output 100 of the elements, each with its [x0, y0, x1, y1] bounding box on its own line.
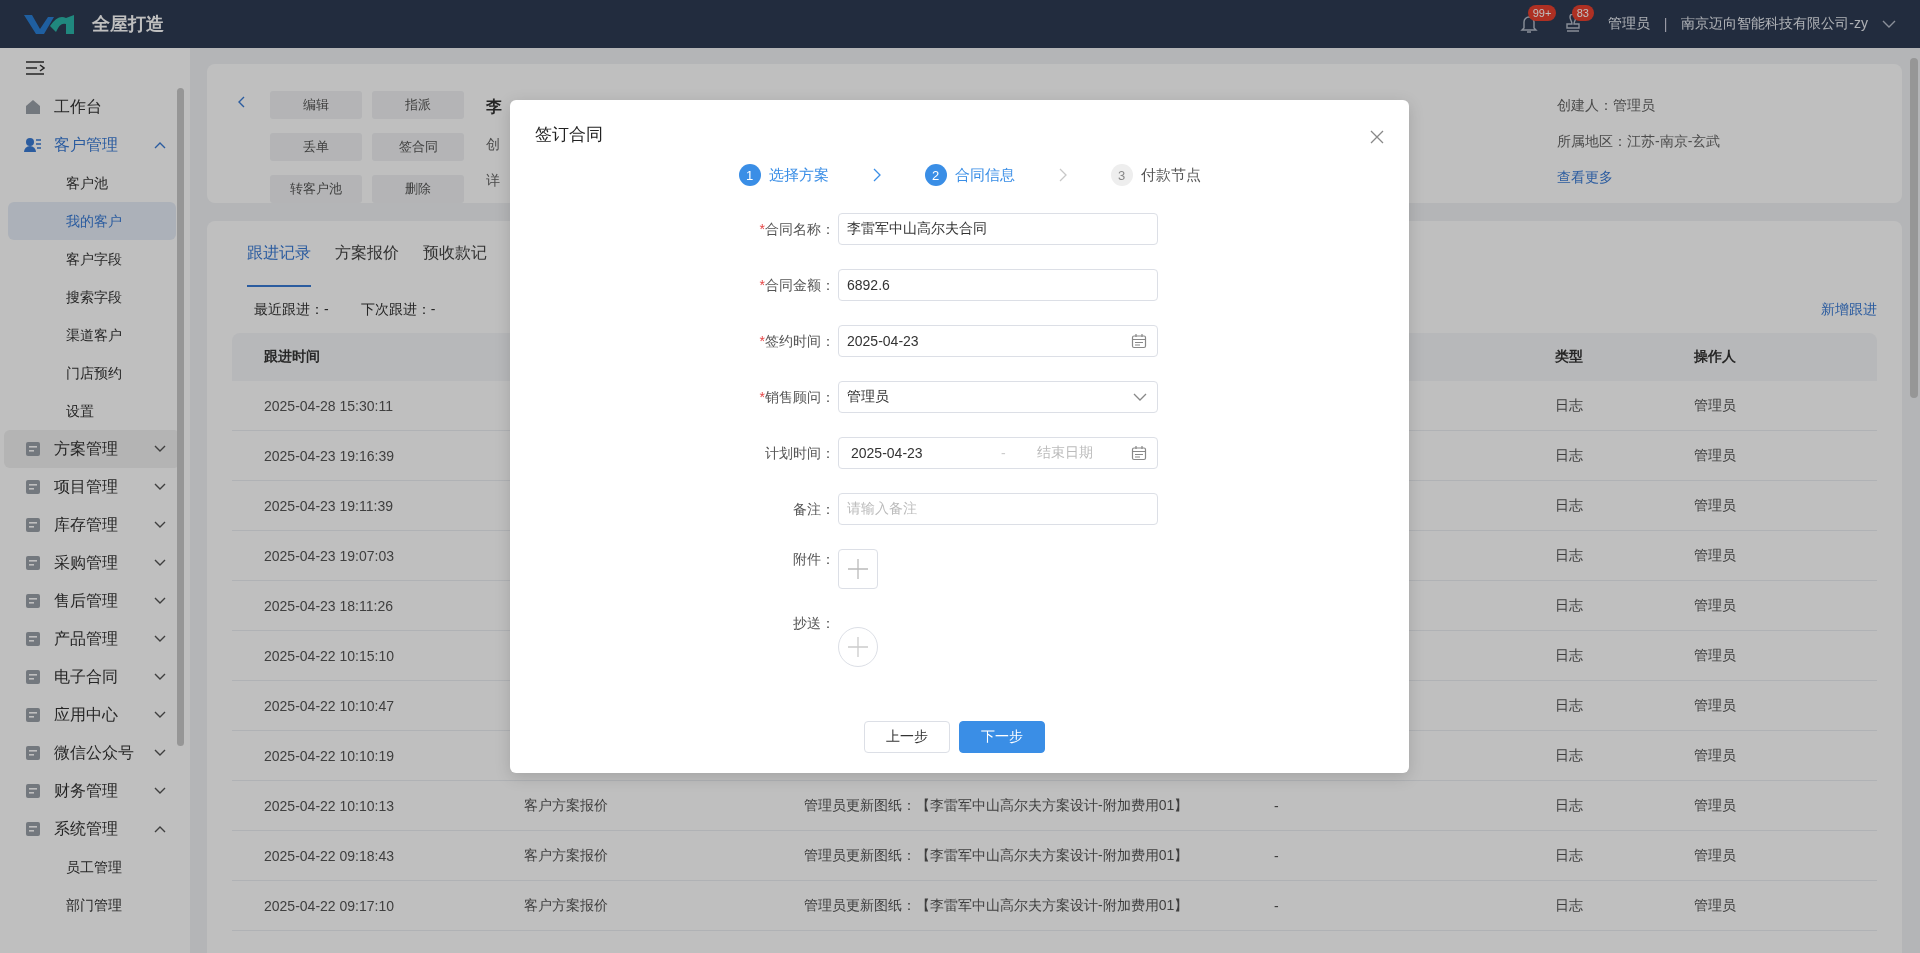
- menu-item-icon: [24, 478, 42, 496]
- step-number: 2: [924, 164, 947, 186]
- scrollbar[interactable]: [1910, 58, 1918, 398]
- table-cell-text: 管理员: [1694, 446, 1737, 465]
- table-cell-text: 2025-04-28 15:30:11: [264, 397, 394, 414]
- tab[interactable]: 跟进记录: [247, 221, 311, 287]
- table-cell-text: 日志: [1555, 896, 1584, 915]
- table-cell-text: 日志: [1555, 846, 1584, 865]
- customer-info-text: 详: [486, 172, 501, 190]
- step-number: 3: [1110, 164, 1133, 186]
- info-text: 创建人：管理员: [1557, 97, 1656, 115]
- menu-icon[interactable]: [25, 60, 45, 76]
- plus-icon: [847, 558, 869, 580]
- table-cell-text: 管理员更新图纸：【李雷军中山高尔夫方案设计-附加费用01】: [804, 796, 1190, 815]
- sidebar-item[interactable]: 售后管理: [4, 582, 180, 620]
- table-cell-text: 管理员更新图纸：【李雷军中山高尔夫方案设计-附加费用01】: [804, 896, 1190, 915]
- table-cell-text: 日志: [1555, 496, 1584, 515]
- chevron-down-icon[interactable]: [1133, 393, 1147, 401]
- sidebar-subitem[interactable]: 设置: [8, 392, 176, 430]
- input-field[interactable]: 李雷军中山高尔夫合同: [838, 213, 1158, 245]
- table-cell-text: 2025-04-22 10:15:10: [264, 647, 395, 664]
- sidebar-item[interactable]: 电子合同: [4, 658, 180, 696]
- tab[interactable]: 方案报价: [335, 221, 399, 287]
- table-cell-text: 2025-04-23 18:11:26: [264, 597, 394, 614]
- sidebar-subitem[interactable]: 客户字段: [8, 240, 176, 278]
- table-cell-text: 日志: [1555, 396, 1584, 415]
- table-cell-text: 管理员: [1694, 796, 1737, 815]
- sidebar-item[interactable]: 采购管理: [4, 544, 180, 582]
- action-button[interactable]: 转客户池: [270, 175, 362, 203]
- action-button[interactable]: 指派: [372, 91, 464, 119]
- notification-badge: 83: [1571, 5, 1594, 21]
- field-label: *合同金额：: [758, 276, 836, 295]
- chevron-down-icon[interactable]: [1882, 20, 1896, 28]
- back-icon[interactable]: [237, 96, 245, 108]
- menu-item-icon: [24, 744, 42, 762]
- sidebar-item[interactable]: 财务管理: [4, 772, 180, 810]
- calendar-icon[interactable]: [1131, 445, 1147, 461]
- scrollbar[interactable]: [177, 88, 184, 746]
- table-cell-text: 2025-04-23 19:07:03: [264, 547, 395, 564]
- sidebar-item[interactable]: 应用中心: [4, 696, 180, 734]
- input-field[interactable]: 6892.6: [838, 269, 1158, 301]
- field-label: 抄送：: [792, 614, 836, 633]
- step-label: 合同信息: [954, 165, 1015, 185]
- action-button[interactable]: 删除: [372, 175, 464, 203]
- table-cell-text: 管理员: [1694, 896, 1737, 915]
- table-cell-text: 客户方案报价: [524, 846, 609, 865]
- step-label: 选择方案: [768, 165, 829, 185]
- field-label: 备注：: [792, 500, 836, 519]
- calendar-icon[interactable]: [1131, 333, 1147, 349]
- sidebar-item[interactable]: 方案管理: [4, 430, 180, 468]
- summary-text: 最近跟进：-: [254, 301, 329, 319]
- sidebar-item[interactable]: 微信公众号: [4, 734, 180, 772]
- menu-item-icon: [24, 820, 42, 838]
- select-field[interactable]: 管理员: [838, 381, 1158, 413]
- step-number: 1: [738, 164, 761, 186]
- company-name[interactable]: 南京迈向智能科技有限公司-zy: [1681, 15, 1868, 33]
- sidebar-subitem[interactable]: 门店预约: [8, 354, 176, 392]
- close-icon[interactable]: [1370, 130, 1384, 144]
- field-label: *销售顾问：: [758, 388, 836, 407]
- sidebar-item[interactable]: 客户管理: [4, 126, 180, 164]
- action-button[interactable]: 丢单: [270, 133, 362, 161]
- table-cell-text: -: [1274, 847, 1280, 864]
- table-cell-text: 管理员更新图纸：【李雷军中山高尔夫方案设计-附加费用01】: [804, 846, 1190, 865]
- table-cell-text: -: [1274, 797, 1280, 814]
- date-field[interactable]: 2025-04-23: [838, 325, 1158, 357]
- table-cell-text: 2025-04-22 09:17:10: [264, 897, 395, 914]
- table-cell-text: 日志: [1555, 446, 1584, 465]
- sidebar-item[interactable]: 系统管理: [4, 810, 180, 848]
- table-cell-text: 管理员: [1694, 496, 1737, 515]
- tab[interactable]: 预收款记: [423, 221, 487, 287]
- field-label: *签约时间：: [758, 332, 836, 351]
- separator: |: [1663, 16, 1668, 32]
- sidebar-subitem[interactable]: 员工管理: [8, 848, 176, 886]
- date-range-field[interactable]: 2025-04-23 - 结束日期: [838, 437, 1158, 469]
- action-button[interactable]: 签合同: [372, 133, 464, 161]
- menu-item-icon: [24, 706, 42, 724]
- dialog-title: 签订合同: [535, 124, 603, 146]
- sidebar-item[interactable]: 项目管理: [4, 468, 180, 506]
- summary-text: 下次跟进：-: [360, 301, 436, 319]
- more-link[interactable]: 查看更多: [1557, 169, 1902, 187]
- sidebar-subitem[interactable]: 搜索字段: [8, 278, 176, 316]
- sidebar-subitem[interactable]: 客户池: [8, 164, 176, 202]
- table-cell-text: 日志: [1555, 746, 1584, 765]
- add-follow-up-link[interactable]: 新增跟进: [1821, 301, 1877, 319]
- table-cell-text: 2025-04-22 10:10:13: [264, 797, 395, 814]
- chevron-right-icon: [872, 168, 881, 182]
- table-cell-text: 2025-04-22 10:10:47: [264, 697, 395, 714]
- menu-item-icon: [24, 630, 42, 648]
- menu-item-icon: [24, 440, 42, 458]
- sidebar-item[interactable]: 库存管理: [4, 506, 180, 544]
- action-button[interactable]: 编辑: [270, 91, 362, 119]
- sidebar-subitem[interactable]: 渠道客户: [8, 316, 176, 354]
- sidebar-subitem[interactable]: 部门管理: [8, 886, 176, 924]
- table-cell-text: 2025-04-23 19:16:39: [264, 447, 395, 464]
- previous-button[interactable]: 上一步: [864, 721, 950, 753]
- table-cell-text: 管理员: [1694, 746, 1737, 765]
- customer-info-text: 创: [486, 136, 501, 154]
- sidebar-item[interactable]: 工作台: [4, 88, 180, 126]
- sidebar-item[interactable]: 产品管理: [4, 620, 180, 658]
- user-name[interactable]: 管理员: [1607, 15, 1650, 33]
